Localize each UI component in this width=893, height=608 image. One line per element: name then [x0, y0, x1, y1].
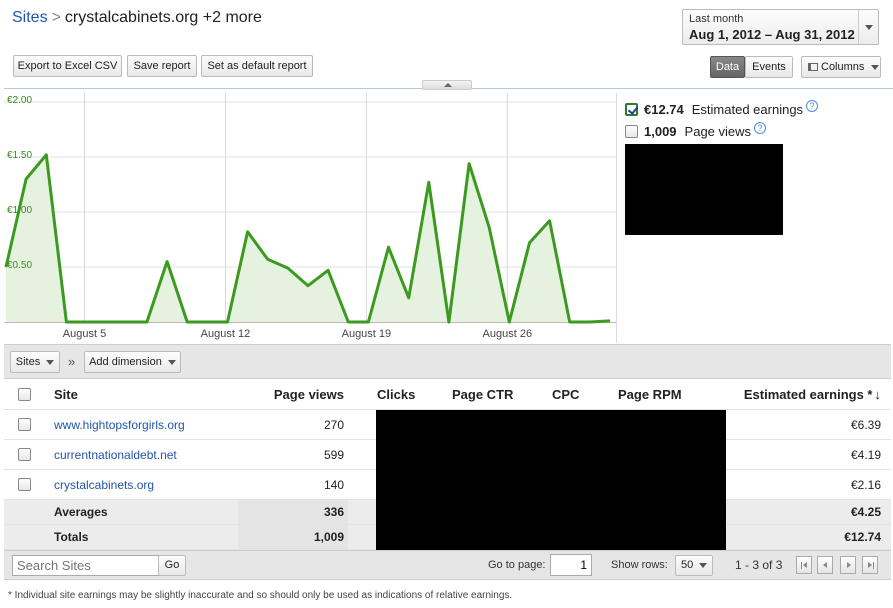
averages-earnings: €4.25 [850, 505, 881, 519]
header-estimated-earnings[interactable]: Estimated earnings * ↓ [724, 380, 881, 409]
earnings-footnote: * Individual site earnings may be slight… [8, 590, 513, 601]
earnings-total: €12.74 [644, 101, 684, 117]
averages-label: Averages [54, 505, 108, 519]
table-header-row: Site Page views Clicks Page CTR CPC Page… [4, 380, 891, 410]
redacted-block [625, 144, 783, 235]
search-go-button[interactable]: Go [158, 555, 186, 576]
y-tick-label: €0.50 [7, 260, 32, 271]
show-rows-select[interactable]: 50 [675, 555, 713, 576]
columns-button[interactable]: Columns [801, 56, 881, 78]
row-checkbox[interactable] [18, 448, 31, 461]
events-toggle-button[interactable]: Events [745, 56, 793, 78]
export-csv-button[interactable]: Export to Excel CSV [13, 55, 122, 77]
totals-page-views: 1,009 [313, 530, 344, 544]
date-range-picker[interactable]: Last month Aug 1, 2012 – Aug 31, 2012 [682, 9, 879, 45]
first-page-icon[interactable] [796, 556, 812, 574]
breadcrumb-sites-link[interactable]: Sites [12, 9, 48, 26]
header-page-rpm[interactable]: Page RPM [618, 380, 682, 409]
go-to-page-label: Go to page: [488, 559, 546, 571]
earnings-label: Estimated earnings [691, 101, 804, 117]
cell-earnings: €2.16 [850, 477, 881, 492]
totals-label: Totals [54, 530, 89, 544]
chevron-down-icon [167, 359, 176, 365]
show-rows-value: 50 [681, 559, 694, 571]
next-page-icon[interactable] [840, 556, 856, 574]
breadcrumb: Sites > crystalcabinets.org +2 more [12, 9, 262, 27]
prev-page-icon[interactable] [817, 556, 833, 574]
collapse-chart-handle[interactable] [422, 80, 472, 90]
chart-metrics-panel: €12.74 Estimated earnings ? 1,009 Page v… [616, 93, 891, 343]
date-range-value: Aug 1, 2012 – Aug 31, 2012 [689, 27, 855, 42]
sites-dimension-label: Sites [15, 356, 41, 368]
date-range-dropdown[interactable] [858, 10, 878, 44]
cell-earnings: €4.19 [850, 447, 881, 462]
pageviews-label: Page views [684, 123, 752, 139]
chevron-down-icon [871, 64, 880, 70]
averages-page-views: 336 [323, 505, 344, 519]
data-toggle-button[interactable]: Data [710, 56, 745, 78]
y-tick-label: €2.00 [7, 95, 32, 106]
date-range-label: Last month [689, 13, 744, 25]
pagination-range: 1 - 3 of 3 [735, 558, 783, 572]
metric-estimated-earnings[interactable]: €12.74 Estimated earnings ? [625, 100, 819, 118]
site-link[interactable]: currentnationaldebt.net [54, 440, 177, 469]
cell-page-views: 140 [323, 477, 344, 492]
y-tick-label: €1.00 [7, 205, 32, 216]
save-report-button[interactable]: Save report [127, 55, 197, 77]
help-icon[interactable]: ? [806, 100, 819, 112]
add-dimension-button[interactable]: Add dimension [84, 351, 181, 373]
sort-desc-icon: ↓ [874, 387, 882, 402]
columns-label: Columns [821, 61, 865, 73]
earnings-chart: €2.00 €1.50 €1.00 €0.50 August 5 August 12 Aug… [4, 93, 616, 343]
header-clicks[interactable]: Clicks [377, 380, 415, 409]
earnings-line-chart: €2.00 €1.50 €1.00 €0.50 August 5 August 12 Aug… [4, 93, 616, 340]
cell-page-views: 599 [323, 447, 344, 462]
y-tick-label: €1.50 [7, 150, 32, 161]
show-rows-label: Show rows: [611, 559, 668, 571]
earnings-checkbox[interactable] [625, 102, 638, 116]
chevron-right-icon: » [68, 354, 76, 369]
row-checkbox[interactable] [18, 478, 31, 491]
site-link[interactable]: www.hightopsforgirls.org [54, 410, 185, 439]
header-site[interactable]: Site [54, 380, 78, 409]
chevron-down-icon [699, 562, 708, 568]
metric-page-views[interactable]: 1,009 Page views ? [625, 122, 767, 140]
table-footer-toolbar: Go Go to page: Show rows: 50 1 - 3 of 3 [4, 550, 891, 580]
set-default-report-button[interactable]: Set as default report [201, 55, 313, 77]
last-page-icon[interactable] [862, 556, 878, 574]
x-tick-label: August 26 [483, 328, 533, 340]
chevron-down-icon [865, 25, 873, 30]
redacted-block [376, 410, 726, 550]
breadcrumb-separator: > [51, 9, 61, 26]
site-link[interactable]: crystalcabinets.org [54, 470, 154, 499]
header-page-views[interactable]: Page views [240, 380, 344, 409]
help-icon[interactable]: ? [754, 122, 767, 134]
cell-page-views: 270 [323, 417, 344, 432]
x-tick-label: August 19 [342, 328, 392, 340]
header-earnings-label: Estimated earnings * [743, 387, 873, 402]
add-dimension-label: Add dimension [89, 356, 162, 368]
pageviews-checkbox[interactable] [625, 124, 638, 138]
header-page-ctr[interactable]: Page CTR [452, 380, 513, 409]
chevron-down-icon [46, 359, 55, 365]
go-to-page-input[interactable] [550, 554, 592, 576]
chevron-up-icon [444, 83, 452, 87]
cell-earnings: €6.39 [850, 417, 881, 432]
select-all-checkbox[interactable] [18, 388, 31, 401]
x-tick-label: August 5 [63, 328, 106, 340]
header-cpc[interactable]: CPC [552, 380, 579, 409]
row-checkbox[interactable] [18, 418, 31, 431]
search-sites-input[interactable] [12, 555, 159, 576]
totals-earnings: €12.74 [844, 530, 881, 544]
earnings-area [6, 154, 610, 322]
columns-icon [808, 63, 818, 72]
x-tick-label: August 12 [201, 328, 251, 340]
dimension-bar: Sites » Add dimension [4, 344, 891, 379]
sites-dimension-button[interactable]: Sites [10, 351, 60, 373]
breadcrumb-current: crystalcabinets.org +2 more [64, 9, 262, 26]
pageviews-total: 1,009 [644, 123, 677, 139]
